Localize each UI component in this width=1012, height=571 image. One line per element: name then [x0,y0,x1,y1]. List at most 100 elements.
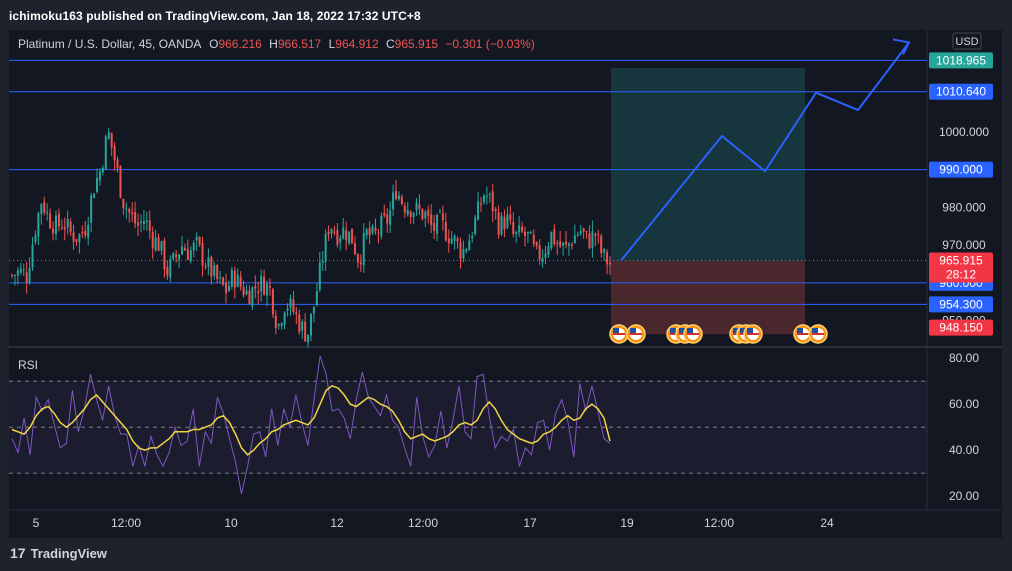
time-tick-label: 5 [33,516,40,530]
candle-body [280,323,283,327]
candle-body [576,234,579,236]
event-flag-canton [613,328,619,333]
candle-body [90,195,93,223]
stop-zone [611,260,805,335]
event-flag-canton [747,328,753,333]
candle-body [529,232,532,234]
position-zones [611,68,805,335]
candle-body [257,291,260,293]
candle-body [556,242,559,244]
candle-body [224,282,227,294]
candle-body [222,277,225,285]
candle-body [198,237,201,245]
candle-body [11,274,13,276]
candle-body [362,232,365,266]
candle-body [389,210,392,225]
candle-body [395,190,398,200]
candle-body [301,321,304,331]
candle-body [342,227,345,239]
candle-body [230,269,233,287]
candle-body [465,249,468,252]
candle-body [145,220,148,222]
candle-body [274,315,277,329]
candle-body [260,275,263,292]
publisher-header: ichimoku163 published on TradingView.com… [9,9,421,23]
candle-body [562,242,565,246]
candle-body [286,308,289,311]
candle-body [254,286,257,289]
candle-body [450,238,453,244]
chart-frame[interactable]: 1000.000980.000970.000960.000950.0001018… [9,30,1002,538]
time-tick-label: 12:00 [408,516,438,530]
candle-body [236,274,239,287]
chart-svg[interactable]: 1000.000980.000970.000960.000950.0001018… [9,30,1002,538]
event-flag-canton [630,328,636,333]
candle-body [424,211,427,219]
candle-body [304,321,307,342]
candle-body [430,214,433,225]
candle-body [521,226,524,232]
candle-body [110,132,113,148]
candle-body [60,227,63,229]
candle-body [84,230,87,236]
price-level-label: 1010.640 [936,85,986,99]
candle-body [518,225,521,233]
candle-body [567,243,570,246]
candle-body [480,203,483,205]
current-price-countdown: 28:12 [946,268,976,282]
candle-body [139,221,142,223]
time-axis: 5 12:00 10 12 12:00 17 19 12:00 24 [33,516,834,530]
candle-body [336,230,339,245]
candle-body [324,233,327,262]
candle-body [403,205,406,213]
price-axis: 1000.000980.000970.000960.000950.0001018… [929,52,993,336]
candle-body [49,213,52,229]
candle-body [175,254,178,257]
candle-body [34,235,37,243]
candle-body [509,214,512,221]
candle-body [532,234,535,244]
candle-body [31,244,34,268]
candle-body [57,213,60,227]
candle-body [409,211,412,218]
candle-body [207,257,210,267]
candle-body [292,299,295,312]
candle-body [204,266,207,268]
candle-body [570,244,573,246]
candle-body [181,246,184,255]
candle-body [603,249,606,253]
candle-body [482,195,485,203]
candle-body [25,272,28,283]
candle-body [318,262,321,290]
candle-body [397,195,400,200]
candle-body [189,250,192,262]
candle-body [351,228,354,244]
current-price-value: 965.915 [939,254,983,268]
candle-body [433,222,436,232]
candle-body [283,312,286,325]
candle-body [78,234,81,243]
candle-body [383,213,386,216]
candle-body [239,276,242,288]
candle-body [503,216,506,230]
candle-body [550,231,553,249]
candle-body [359,262,362,265]
legend-close-label: C [386,37,395,51]
currency-button-label[interactable]: USD [955,36,978,48]
candle-body [535,242,538,246]
candle-body [412,212,415,218]
candle-body [169,259,172,278]
time-tick-label: 12:00 [704,516,734,530]
candle-body [374,227,377,231]
candle-body [591,231,594,248]
candle-body [46,211,49,214]
candle-body [271,289,274,315]
candle-body [142,221,145,225]
candle-body [242,287,245,296]
candle-body [453,235,456,241]
candle-body [497,212,500,236]
candle-body [13,275,16,277]
time-tick-label: 19 [620,516,634,530]
candle-body [538,245,541,260]
candle-body [594,233,597,236]
